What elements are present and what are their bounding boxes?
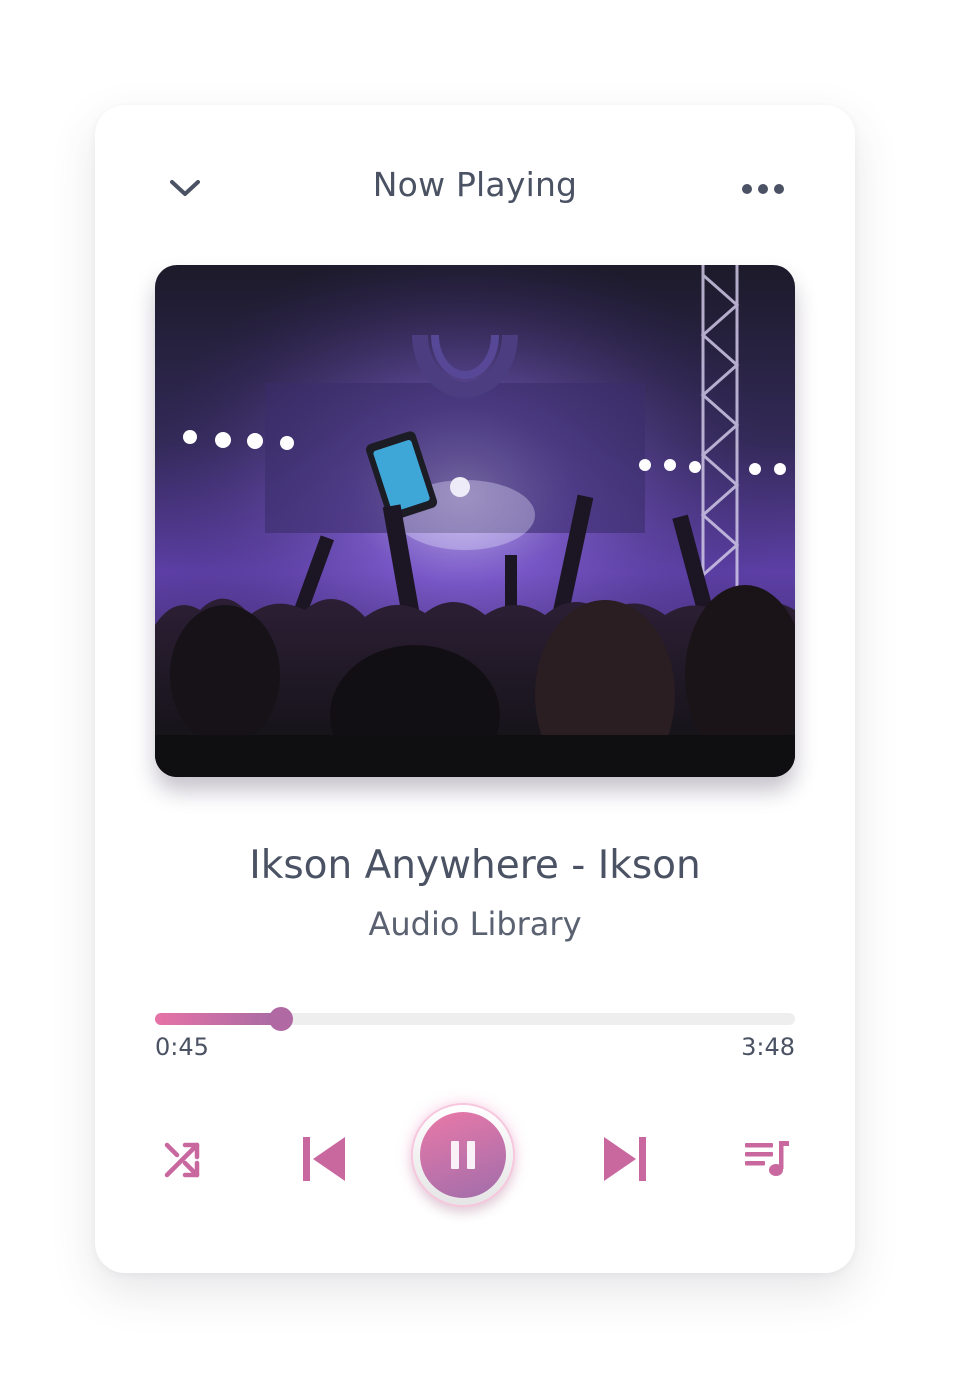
track-artist: Audio Library bbox=[368, 905, 582, 943]
shuffle-icon bbox=[164, 1142, 200, 1178]
more-options-button[interactable] bbox=[733, 169, 793, 209]
current-time: 0:45 bbox=[155, 1033, 209, 1061]
pause-icon bbox=[451, 1141, 475, 1169]
album-artwork bbox=[155, 265, 795, 777]
skip-previous-icon bbox=[303, 1137, 345, 1181]
playback-controls bbox=[95, 1105, 855, 1215]
total-time: 3:48 bbox=[741, 1033, 795, 1061]
player-card: Now Playing Ikson Anywhere - Ikson Audio… bbox=[95, 105, 855, 1273]
progress-fill bbox=[155, 1013, 282, 1025]
skip-next-icon bbox=[604, 1137, 646, 1181]
next-button[interactable] bbox=[593, 1127, 657, 1191]
shuffle-button[interactable] bbox=[151, 1127, 215, 1191]
progress-thumb[interactable] bbox=[269, 1007, 294, 1031]
track-title: Ikson Anywhere - Ikson bbox=[249, 843, 701, 888]
queue-button[interactable] bbox=[735, 1127, 799, 1191]
queue-music-icon bbox=[745, 1141, 789, 1176]
more-horizontal-icon bbox=[742, 184, 784, 194]
player-header: Now Playing bbox=[95, 155, 855, 217]
progress-slider[interactable] bbox=[155, 1007, 795, 1031]
previous-button[interactable] bbox=[292, 1127, 356, 1191]
play-pause-button[interactable] bbox=[413, 1105, 513, 1205]
play-pause-inner bbox=[420, 1112, 506, 1198]
